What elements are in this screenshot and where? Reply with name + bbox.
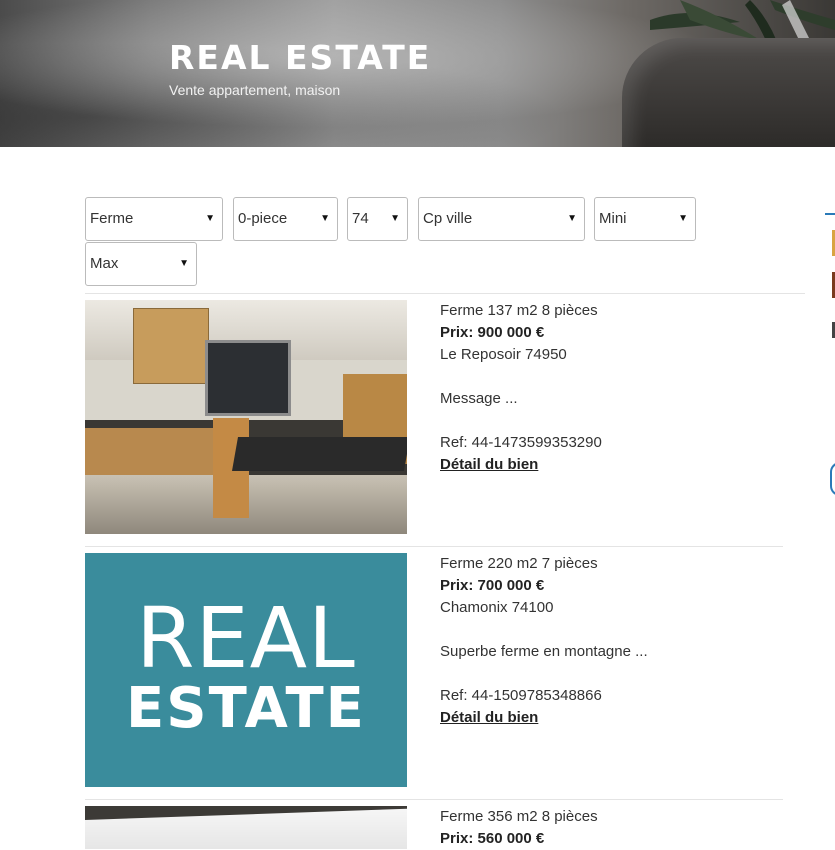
listing-price: Prix: 900 000 € (440, 324, 545, 341)
sidebar-accent-line (825, 213, 835, 215)
listing-info: Ferme 220 m2 7 pièces Prix: 700 000 € Ch… (440, 553, 800, 729)
header-banner: REAL ESTATE Vente appartement, maison (0, 0, 835, 147)
listing-summary: Ferme 220 m2 7 pièces (440, 555, 598, 572)
photo-edge (85, 806, 407, 820)
chevron-down-icon: ▼ (567, 213, 577, 224)
city-select[interactable]: Cp ville ▼ (418, 197, 585, 241)
chevron-down-icon: ▼ (320, 213, 330, 224)
chevron-down-icon: ▼ (205, 213, 215, 224)
listing-ref: Ref: 44-1473599353290 (440, 434, 602, 451)
photo-cabinet (133, 308, 209, 384)
listing-photo[interactable]: REAL ESTATE (85, 553, 407, 787)
photo-text-estate: ESTATE (126, 676, 366, 741)
divider (85, 546, 783, 547)
max-price-select[interactable]: Max ▼ (85, 242, 197, 286)
photo-text-real: REAL (136, 589, 356, 687)
min-price-select[interactable]: Mini ▼ (594, 197, 696, 241)
department-select[interactable]: 74 ▼ (347, 197, 408, 241)
listing-message: Superbe ferme en montagne ... (440, 643, 648, 660)
listing-summary: Ferme 356 m2 8 pièces (440, 808, 598, 825)
site-title[interactable]: REAL ESTATE (169, 38, 431, 77)
min-price-select-value: Mini (599, 210, 627, 227)
listing-ref: Ref: 44-1509785348866 (440, 687, 602, 704)
listing-price: Prix: 700 000 € (440, 577, 545, 594)
listing-message: Message ... (440, 390, 518, 407)
listing-photo[interactable] (85, 806, 407, 849)
plant-pot (622, 38, 835, 147)
photo-table (232, 437, 407, 471)
detail-link[interactable]: Détail du bien (440, 709, 538, 726)
listing-location: Le Reposoir 74950 (440, 346, 567, 363)
listing-location: Chamonix 74100 (440, 599, 554, 616)
city-select-value: Cp ville (423, 210, 473, 227)
listing-info: Ferme 356 m2 8 pièces Prix: 560 000 € (440, 806, 800, 850)
site-subtitle: Vente appartement, maison (169, 82, 341, 98)
divider (85, 293, 805, 294)
max-price-select-value: Max (90, 255, 119, 272)
chevron-down-icon: ▼ (390, 213, 400, 224)
listing-info: Ferme 137 m2 8 pièces Prix: 900 000 € Le… (440, 300, 800, 476)
chevron-down-icon: ▼ (678, 213, 688, 224)
divider (85, 799, 783, 800)
listing-summary: Ferme 137 m2 8 pièces (440, 302, 598, 319)
pieces-select[interactable]: 0-piece ▼ (233, 197, 338, 241)
type-select-value: Ferme (90, 210, 134, 227)
department-select-value: 74 (352, 210, 369, 227)
listing-price: Prix: 560 000 € (440, 830, 545, 847)
photo-window (205, 340, 291, 416)
sidebar-button-edge[interactable] (830, 462, 835, 496)
listing-photo[interactable] (85, 300, 407, 534)
detail-link[interactable]: Détail du bien (440, 456, 538, 473)
chevron-down-icon: ▼ (179, 258, 189, 269)
pieces-select-value: 0-piece (238, 210, 288, 227)
type-select[interactable]: Ferme ▼ (85, 197, 223, 241)
